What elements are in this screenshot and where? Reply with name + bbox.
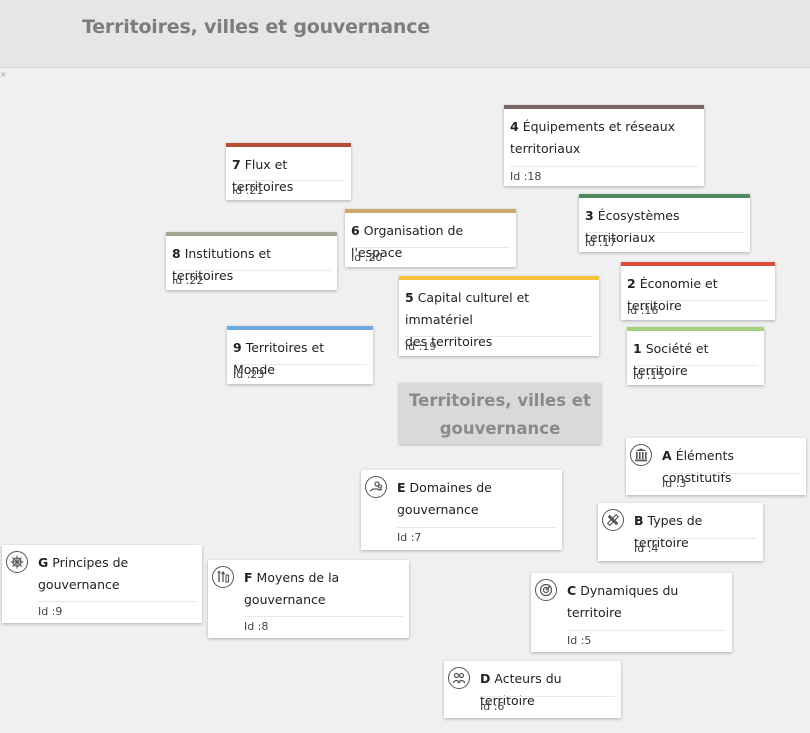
card-moyens-gouvernance[interactable]: F Moyens de la gouvernance Id :8: [208, 560, 409, 638]
card-id: Id :16: [627, 304, 659, 317]
card-title: G Principes de gouvernance: [38, 555, 129, 592]
card-id: Id :18: [510, 170, 542, 183]
divider: [510, 166, 698, 167]
card-title: E Domaines de gouvernance: [397, 480, 492, 517]
card-ecosystemes-territoriaux[interactable]: 3 Écosystèmes territoriaux Id :17: [579, 194, 750, 252]
card-id: Id :20: [351, 251, 383, 264]
card-title: F Moyens de la gouvernance: [244, 570, 340, 607]
card-id: Id :17: [585, 236, 617, 249]
card-domaines-gouvernance[interactable]: E Domaines de gouvernance Id :7: [361, 470, 562, 550]
divider: [567, 630, 726, 631]
divider: [397, 527, 556, 528]
gauge-icon: [535, 579, 557, 601]
divider: [172, 270, 331, 271]
central-topic-line1: Territoires, villes et: [409, 391, 591, 410]
pencil-ruler-icon: [602, 509, 624, 531]
card-territoires-monde[interactable]: 9 Territoires et Monde Id :23: [227, 326, 373, 384]
divider: [633, 365, 758, 366]
divider: [232, 180, 345, 181]
card-capital-culturel[interactable]: 5 Capital culturel et immatériel des terri…: [399, 276, 599, 356]
columns-icon: [630, 444, 652, 466]
card-id: Id :22: [172, 274, 204, 287]
card-title: 4 Équipements et réseaux territoriaux: [510, 119, 676, 156]
card-acteurs-territoire[interactable]: D Acteurs du territoire Id :6: [444, 661, 621, 718]
divider: [662, 473, 800, 474]
card-id: Id :9: [38, 605, 63, 618]
card-id: Id :5: [567, 634, 592, 647]
app-header: Territoires, villes et gouvernance: [0, 0, 810, 68]
hand-coins-icon: [365, 476, 387, 498]
card-id: Id :4: [634, 542, 659, 555]
central-topic-line2: gouvernance: [439, 419, 561, 438]
card-id: Id :6: [480, 700, 505, 713]
card-id: Id :15: [633, 369, 665, 382]
card-organisation-espace[interactable]: 6 Organisation de l'espace Id :20: [345, 209, 516, 267]
card-title: C Dynamiques du territoire: [567, 583, 679, 620]
card-elements-constitutifs[interactable]: A Éléments constitutifs Id :3: [626, 438, 806, 495]
divider: [351, 247, 510, 248]
card-economie-territoire[interactable]: 2 Économie et territoire Id :16: [621, 262, 775, 320]
people-icon: [448, 667, 470, 689]
central-topic[interactable]: Territoires, villes et gouvernance: [399, 383, 601, 444]
divider: [38, 601, 196, 602]
page-title: Territoires, villes et gouvernance: [82, 16, 430, 38]
card-principes-gouvernance[interactable]: G Principes de gouvernance Id :9: [2, 545, 202, 623]
card-societe-territoire[interactable]: 1 Société et territoire Id :15: [627, 327, 764, 385]
tools-icon: [212, 566, 234, 588]
divider: [627, 300, 769, 301]
divider: [244, 616, 403, 617]
card-id: Id :8: [244, 620, 269, 633]
card-types-territoire[interactable]: B Types de territoire Id :4: [598, 503, 763, 561]
ship-wheel-icon: [6, 551, 28, 573]
card-dynamiques-territoire[interactable]: C Dynamiques du territoire Id :5: [531, 573, 732, 652]
collapse-icon[interactable]: ×: [0, 70, 7, 79]
card-id: Id :23: [233, 368, 265, 381]
card-id: Id :21: [232, 184, 264, 197]
divider: [634, 538, 757, 539]
card-id: Id :7: [397, 531, 422, 544]
divider: [480, 696, 615, 697]
card-equipements-reseaux[interactable]: 4 Équipements et réseaux territoriaux Id :…: [504, 105, 704, 186]
card-id: Id :19: [405, 340, 437, 353]
divider: [405, 336, 593, 337]
card-flux-territoires[interactable]: 7 Flux et territoires Id :21: [226, 143, 351, 200]
card-institutions-territoires[interactable]: 8 Institutions et territoires Id :22: [166, 232, 337, 290]
divider: [233, 364, 367, 365]
card-id: Id :3: [662, 477, 687, 490]
divider: [585, 232, 744, 233]
